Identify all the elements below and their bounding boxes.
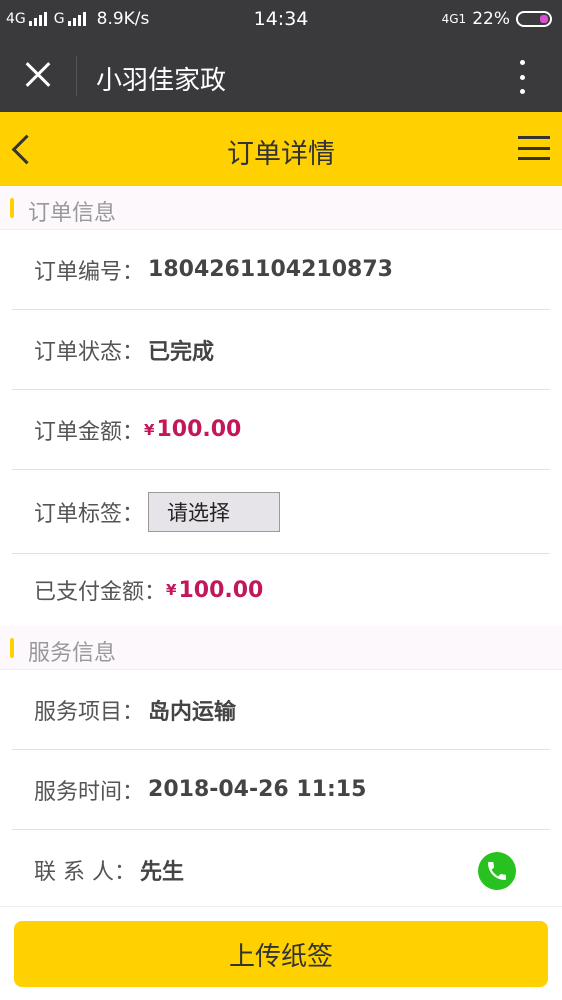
- phone-call-icon[interactable]: [478, 852, 516, 890]
- row-label: 服务项目：: [34, 699, 145, 725]
- order-detail-content: 订单信息 订单编号： 1804261104210873 订单状态： 已完成 订单…: [0, 186, 562, 910]
- network-4g-indicator: 4G1: [441, 12, 467, 26]
- row-label: 已支付金额：: [34, 580, 167, 605]
- bottom-action-area: 上传纸签: [0, 906, 562, 1000]
- row-label: 服务时间：: [34, 779, 145, 805]
- row-label: 订单状态：: [34, 339, 145, 365]
- section-accent-bar: [10, 198, 14, 218]
- battery-icon: [516, 11, 552, 27]
- order-tag-row: 订单标签： 请选择: [12, 470, 550, 554]
- section-header-order: 订单信息: [0, 186, 562, 230]
- row-label: 订单编号：: [34, 259, 145, 285]
- app-title: 小羽佳家政: [96, 66, 227, 96]
- page-title: 订单详情: [227, 139, 335, 170]
- paid-amount-value: 100.00: [178, 577, 264, 603]
- service-item-value: 岛内运输: [148, 699, 237, 725]
- service-time-row: 服务时间： 2018-04-26 11:15: [12, 750, 550, 830]
- title-divider: [76, 56, 77, 96]
- nav-bar: 订单详情: [0, 112, 562, 186]
- upload-paper-signature-button[interactable]: 上传纸签: [14, 921, 548, 987]
- section-title: 订单信息: [28, 201, 117, 226]
- order-amount-value: 100.00: [156, 417, 242, 442]
- service-item-row: 服务项目： 岛内运输: [12, 670, 550, 750]
- section-title: 服务信息: [28, 641, 117, 666]
- currency-symbol: ¥: [144, 420, 155, 439]
- currency-symbol: ¥: [166, 581, 177, 599]
- paid-amount-row: 已支付金额： ¥ 100.00: [12, 554, 550, 626]
- battery-percent: 22%: [472, 9, 510, 29]
- status-right: 4G1 22%: [442, 9, 552, 29]
- row-label: 订单标签：: [34, 501, 145, 527]
- contact-value: 先生: [140, 860, 185, 885]
- order-number-value: 1804261104210873: [148, 257, 393, 282]
- row-label: 订单金额：: [34, 419, 145, 445]
- status-bar: 4G G 8.9K/s 14:34 4G1 22%: [0, 0, 562, 40]
- hamburger-menu-icon[interactable]: [518, 136, 550, 160]
- contact-row: 联 系 人： 先生: [12, 830, 550, 910]
- order-amount-row: 订单金额： ¥ 100.00: [12, 390, 550, 470]
- close-icon[interactable]: [20, 57, 56, 93]
- section-header-service: 服务信息: [0, 626, 562, 670]
- order-number-row: 订单编号： 1804261104210873: [12, 230, 550, 310]
- app-title-bar: 小羽佳家政: [0, 40, 562, 112]
- order-status-value: 已完成: [148, 339, 215, 365]
- service-time-value: 2018-04-26 11:15: [148, 777, 367, 802]
- order-status-row: 订单状态： 已完成: [12, 310, 550, 390]
- more-vertical-icon[interactable]: [518, 60, 526, 94]
- order-tag-select[interactable]: 请选择: [148, 491, 281, 532]
- row-label: 联 系 人：: [34, 860, 136, 885]
- section-accent-bar: [10, 638, 14, 658]
